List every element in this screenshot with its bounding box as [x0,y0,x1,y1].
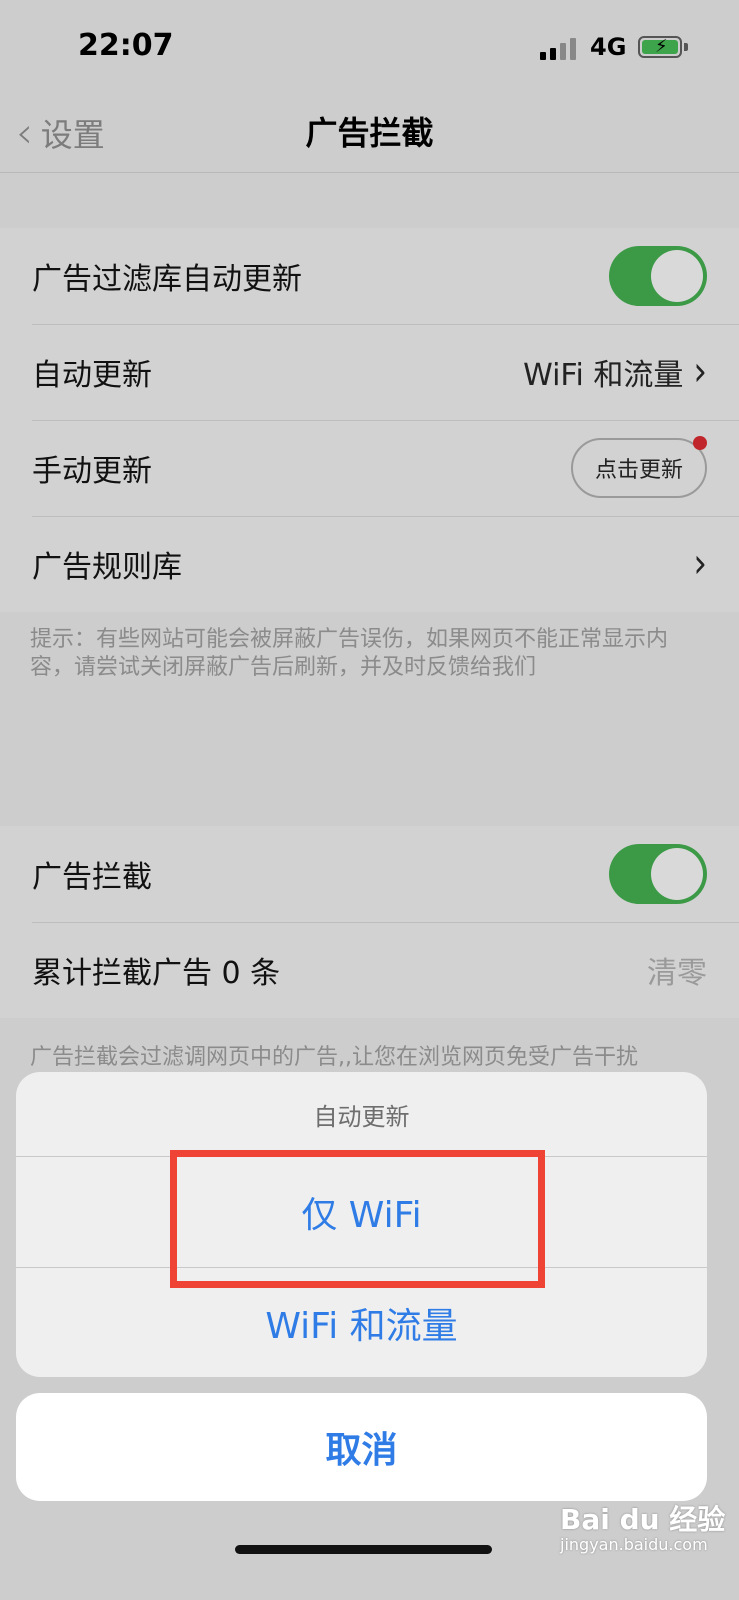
cancel-button[interactable]: 取消 [16,1393,707,1501]
adblock-hint-text: 广告拦截会过滤调网页中的广告,,让您在浏览网页免受广告干扰 [30,1045,638,1070]
row-blocked-count: 累计拦截广告 0 条 清零 [0,922,739,1018]
settings-group-adblock: 广告拦截 累计拦截广告 0 条 清零 [0,826,739,1018]
highlight-box [170,1150,545,1288]
battery-tip [684,43,688,51]
row-label: 广告规则库 [32,550,182,585]
row-auto-update-filter: 广告过滤库自动更新 [0,228,739,324]
status-time: 22:07 [78,28,174,63]
manual-update-button[interactable]: 点击更新 [570,436,707,498]
row-label: 自动更新 [32,358,152,393]
network-label: 4G [590,33,627,61]
page-title: 广告拦截 [305,114,434,152]
notification-dot [693,436,707,450]
home-indicator [235,1545,492,1554]
blocked-count-label: 累计拦截广告 0 条 [32,956,281,991]
row-label: 广告过滤库自动更新 [32,262,302,297]
row-adblock: 广告拦截 [0,826,739,922]
auto-update-filter-toggle[interactable] [609,246,707,306]
settings-group-update: 广告过滤库自动更新 自动更新 WiFi 和流量 › 手动更新 点击更新 广告规则… [0,228,739,612]
sheet-title: 自动更新 [16,1072,707,1157]
watermark-logo: Bai du 经验 [560,1503,726,1536]
button-label: 点击更新 [594,458,683,483]
row-manual-update: 手动更新 点击更新 [0,420,739,516]
chevron-right-icon: › [693,540,707,588]
row-label: 手动更新 [32,454,152,489]
clear-button[interactable]: 清零 [647,948,707,992]
row-ad-rules[interactable]: 广告规则库 › [0,516,739,612]
signal-icon [540,38,576,60]
adblock-toggle[interactable] [609,844,707,904]
chevron-right-icon: › [693,348,707,396]
auto-update-value: WiFi 和流量 [523,358,684,393]
row-auto-update[interactable]: 自动更新 WiFi 和流量 › [0,324,739,420]
battery-icon: ⚡ [638,36,682,58]
row-label: 广告拦截 [32,860,152,895]
nav-divider [0,172,739,173]
watermark-url: jingyan.baidu.com [560,1535,708,1554]
hint-text: 提示：有些网站可能会被屏蔽广告误伤，如果网页不能正常显示内容，请尝试关闭屏蔽广告… [30,627,669,680]
